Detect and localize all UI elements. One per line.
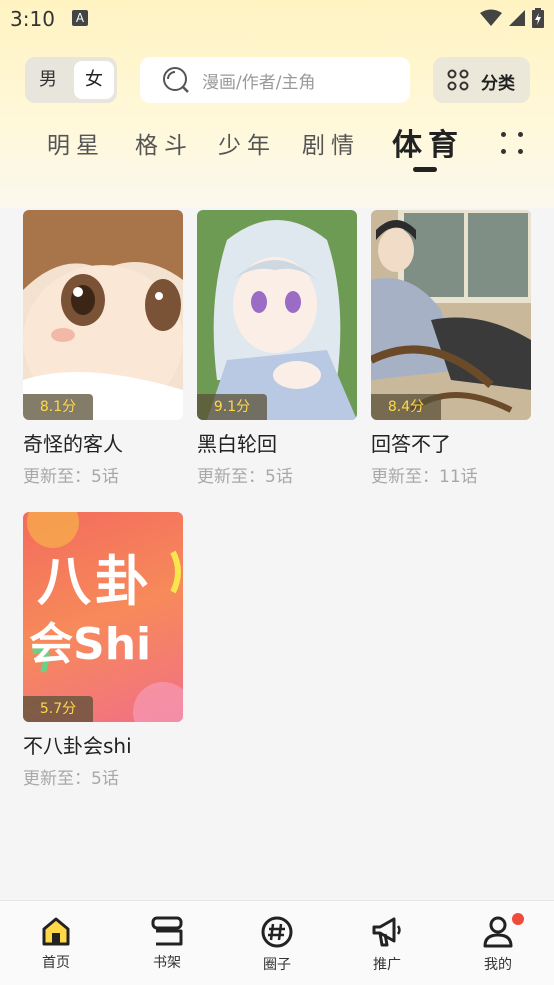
- comic-title[interactable]: 奇怪的客人: [23, 428, 123, 457]
- nav-label: 圈子: [263, 957, 291, 973]
- comic-update: 更新至：11话: [371, 467, 478, 487]
- comic-cover[interactable]: 9.1分: [197, 210, 357, 420]
- signal-icon: [509, 10, 525, 26]
- more-tabs-icon[interactable]: [499, 130, 525, 156]
- rating-badge: 8.4分: [371, 394, 441, 420]
- nav-label: 推广: [373, 957, 401, 973]
- search-placeholder: 漫画/作者/主角: [202, 73, 316, 93]
- comic-title[interactable]: 回答不了: [371, 428, 451, 457]
- nav-label: 书架: [153, 955, 181, 971]
- active-tab-indicator: [413, 167, 437, 172]
- rating-badge: 5.7分: [23, 696, 93, 722]
- cover-image: [197, 210, 357, 420]
- status-time: 3:10: [10, 7, 55, 31]
- megaphone-icon: [372, 917, 401, 947]
- comic-update: 更新至：5话: [23, 769, 119, 789]
- nav-label: 我的: [484, 957, 512, 973]
- cover-title-line2: 会Shi: [29, 619, 152, 670]
- home-icon: [42, 917, 70, 946]
- battery-icon: [532, 8, 544, 28]
- nav-home[interactable]: 首页: [16, 911, 96, 981]
- search-input[interactable]: 漫画/作者/主角: [140, 57, 410, 103]
- category-label: 分类: [481, 74, 515, 94]
- tab-shaonian[interactable]: 少年: [218, 126, 276, 160]
- rating-badge: 9.1分: [197, 394, 267, 420]
- cover-image: [371, 210, 531, 420]
- search-icon: [163, 67, 189, 93]
- comic-title[interactable]: 黑白轮回: [197, 428, 277, 457]
- category-button[interactable]: 分类: [433, 57, 530, 103]
- wifi-icon: [480, 9, 502, 26]
- notification-icon: A: [72, 10, 88, 26]
- nav-promote[interactable]: 推广: [347, 911, 427, 981]
- nav-label: 首页: [42, 955, 70, 971]
- system-icons: [480, 8, 544, 28]
- gender-female-button[interactable]: 女: [74, 61, 114, 99]
- bottom-navigation: 首页 书架 圈子 推广 我的: [0, 900, 554, 985]
- tab-juqing[interactable]: 剧情: [302, 126, 360, 160]
- rating-badge: 8.1分: [23, 394, 93, 420]
- comic-update: 更新至：5话: [197, 467, 293, 487]
- profile-icon: [483, 916, 513, 948]
- status-bar: 3:10 A: [0, 0, 554, 38]
- comic-update: 更新至：5话: [23, 467, 119, 487]
- cover-image: [23, 210, 183, 420]
- gender-male-button[interactable]: 男: [25, 57, 71, 103]
- genre-tabs: 明星 格斗 少年 剧情 体育: [0, 118, 554, 178]
- nav-mine[interactable]: 我的: [458, 911, 538, 981]
- notification-badge: [512, 913, 524, 925]
- gender-toggle: 男 女: [25, 57, 117, 103]
- comic-title[interactable]: 不八卦会shi: [23, 730, 132, 759]
- grid-icon: [447, 69, 469, 91]
- hashtag-icon: [261, 916, 293, 948]
- nav-circle[interactable]: 圈子: [237, 911, 317, 981]
- tab-gedou[interactable]: 格斗: [135, 126, 193, 160]
- comic-cover[interactable]: 八卦 会Shi 5.7分: [23, 512, 183, 722]
- comic-cover[interactable]: 8.1分: [23, 210, 183, 420]
- tab-mingxing[interactable]: 明星: [47, 126, 105, 160]
- bookshelf-icon: [151, 916, 183, 946]
- tab-tiyu[interactable]: 体育: [392, 120, 464, 164]
- nav-bookshelf[interactable]: 书架: [127, 911, 207, 981]
- cover-decoration: [27, 512, 183, 722]
- comic-cover[interactable]: 8.4分: [371, 210, 531, 420]
- cover-title-line1: 八卦: [37, 550, 153, 613]
